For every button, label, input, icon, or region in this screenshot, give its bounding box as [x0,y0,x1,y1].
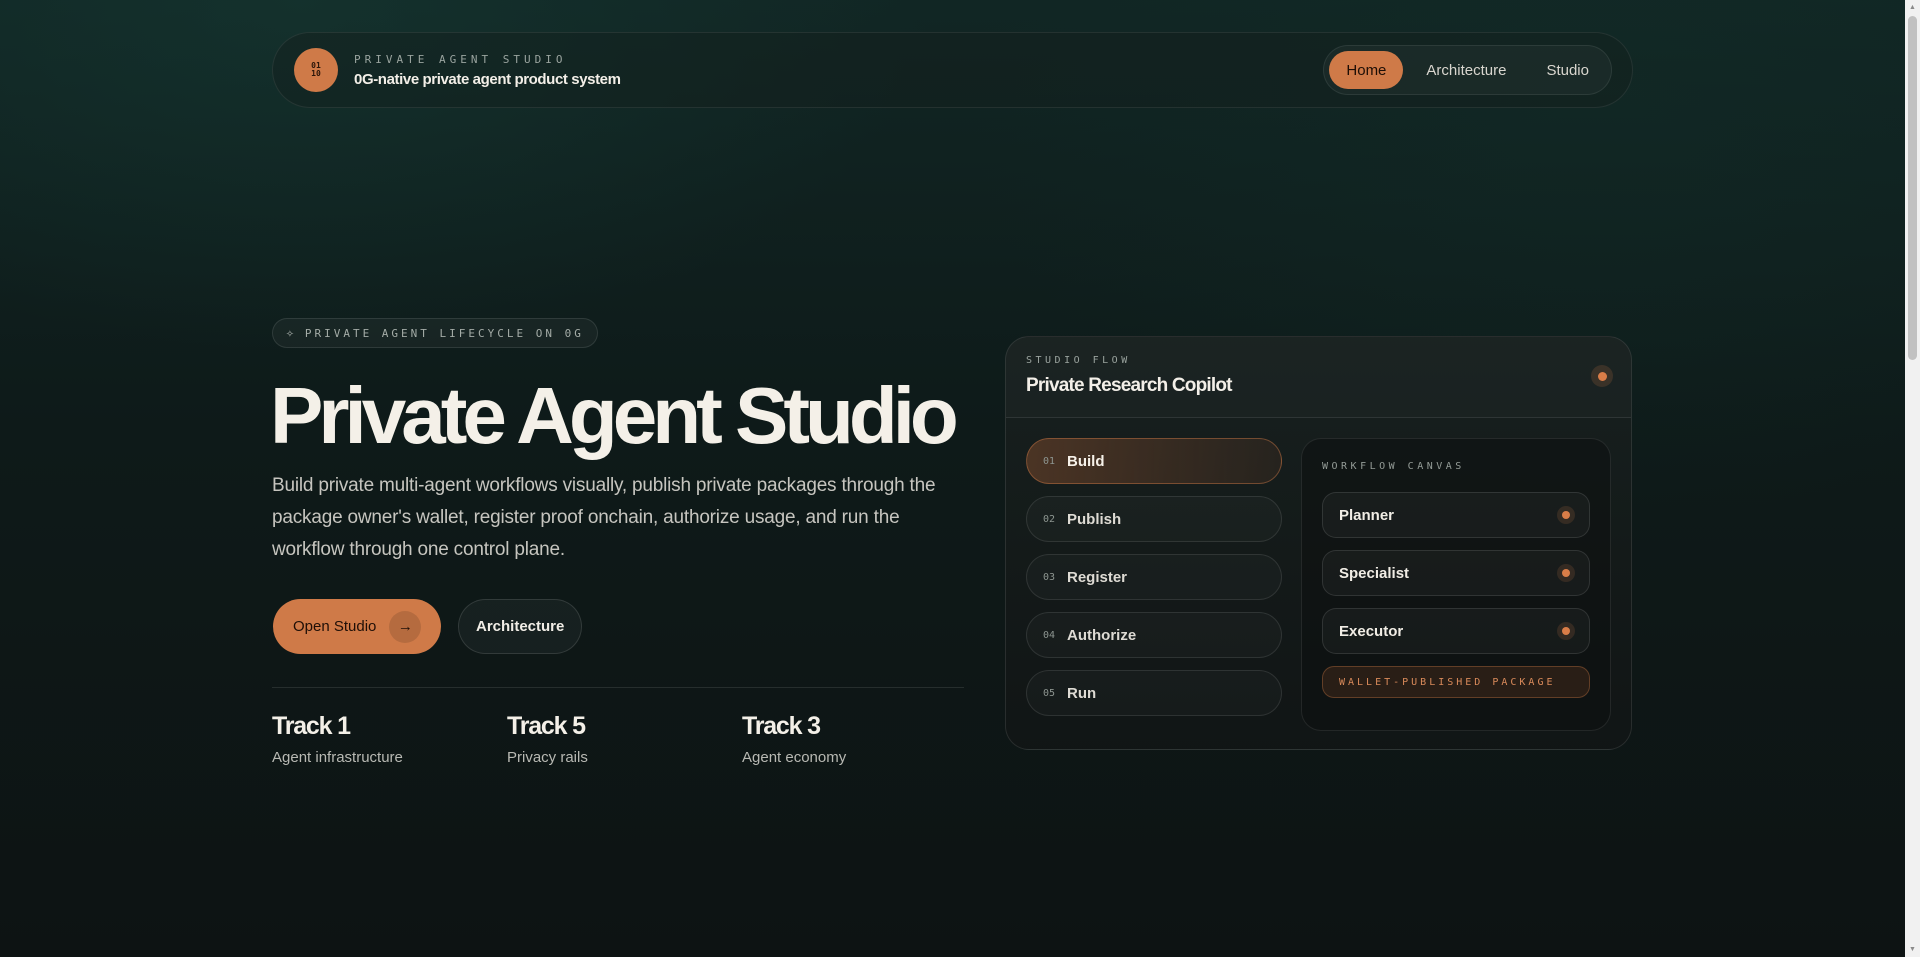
step-label: Publish [1067,510,1122,528]
track-subtitle: Agent infrastructure [272,749,403,766]
agent-label: Specialist [1339,564,1410,582]
step-number: 05 [1043,687,1056,699]
lifecycle-pill-label: PRIVATE AGENT LIFECYCLE ON 0G [304,326,584,340]
brand-title: 0G-native private agent product system [354,70,621,88]
brand-kicker: PRIVATE AGENT STUDIO [354,52,567,66]
tracks-list: Track 1 Agent infrastructure Track 5 Pri… [272,712,977,766]
step-number: 02 [1043,513,1056,525]
brand-logo: 01 10 [294,48,338,92]
page-scrollbar[interactable]: ▲ ▼ [1905,0,1920,957]
track-item: Track 5 Privacy rails [507,712,742,766]
arrow-right-icon: → [389,610,422,643]
step-run[interactable]: 05 Run [1026,670,1282,716]
agent-label: Executor [1339,622,1404,640]
main-nav: Home Architecture Studio [1323,45,1612,95]
track-title: Track 3 [742,712,821,740]
step-number: 03 [1043,571,1056,583]
open-studio-label: Open Studio [293,618,377,635]
step-number: 04 [1043,629,1056,641]
agent-status-icon [1557,564,1575,582]
hero-subtitle: Build private multi-agent workflows visu… [272,475,936,560]
open-studio-button[interactable]: Open Studio → [273,599,442,654]
brand[interactable]: 01 10 PRIVATE AGENT STUDIO 0G-native pri… [294,48,621,92]
step-label: Register [1067,568,1128,586]
workflow-canvas-kicker: WORKFLOW CANVAS [1322,461,1465,472]
nav-home[interactable]: Home [1329,51,1404,89]
studio-card-title: Private Research Copilot [1026,375,1233,396]
agent-list: Planner Specialist Executor WALLET-PUBLI… [1322,492,1590,698]
brand-logo-text: 01 10 [311,61,321,78]
agent-node-specialist[interactable]: Specialist [1322,550,1590,596]
studio-card-kicker: STUDIO FLOW [1026,355,1131,366]
hero-divider [272,687,964,688]
agent-status-icon [1557,506,1575,524]
track-item: Track 1 Agent infrastructure [272,712,507,766]
agent-label: Planner [1339,506,1395,524]
architecture-button[interactable]: Architecture [458,599,583,654]
agent-node-planner[interactable]: Planner [1322,492,1590,538]
sparkle-icon: ✧ [286,325,297,341]
nav-studio[interactable]: Studio [1529,51,1606,89]
track-title: Track 5 [507,712,586,740]
scroll-down-icon[interactable]: ▼ [1905,942,1920,957]
step-number: 01 [1043,455,1056,467]
track-title: Track 1 [272,712,351,740]
workflow-canvas: WORKFLOW CANVAS Planner Specialist Execu… [1301,438,1611,731]
top-navbar: 01 10 PRIVATE AGENT STUDIO 0G-native pri… [272,32,1633,108]
track-item: Track 3 Agent economy [742,712,977,766]
agent-node-executor[interactable]: Executor [1322,608,1590,654]
step-label: Build [1067,452,1105,470]
nav-architecture[interactable]: Architecture [1409,51,1523,89]
lifecycle-pill: ✧ PRIVATE AGENT LIFECYCLE ON 0G [272,318,598,348]
hero-title: Private Agent Studio [270,371,959,460]
agent-status-icon [1557,622,1575,640]
lifecycle-steps: 01 Build 02 Publish 03 Register 04 Autho… [1026,438,1282,728]
brand-text: PRIVATE AGENT STUDIO 0G-native private a… [354,53,621,88]
step-register[interactable]: 03 Register [1026,554,1282,600]
step-label: Run [1067,684,1097,702]
step-authorize[interactable]: 04 Authorize [1026,612,1282,658]
scrollbar-thumb[interactable] [1908,16,1917,360]
wallet-package-badge: WALLET-PUBLISHED PACKAGE [1322,666,1590,698]
step-publish[interactable]: 02 Publish [1026,496,1282,542]
step-label: Authorize [1067,626,1137,644]
studio-card-header: STUDIO FLOW Private Research Copilot [1006,337,1631,418]
track-subtitle: Privacy rails [507,749,588,766]
scroll-up-icon[interactable]: ▲ [1905,0,1920,15]
step-build[interactable]: 01 Build [1026,438,1282,484]
status-dot-icon [1591,365,1613,387]
studio-flow-card: STUDIO FLOW Private Research Copilot 01 … [1005,336,1632,750]
track-subtitle: Agent economy [742,749,847,766]
